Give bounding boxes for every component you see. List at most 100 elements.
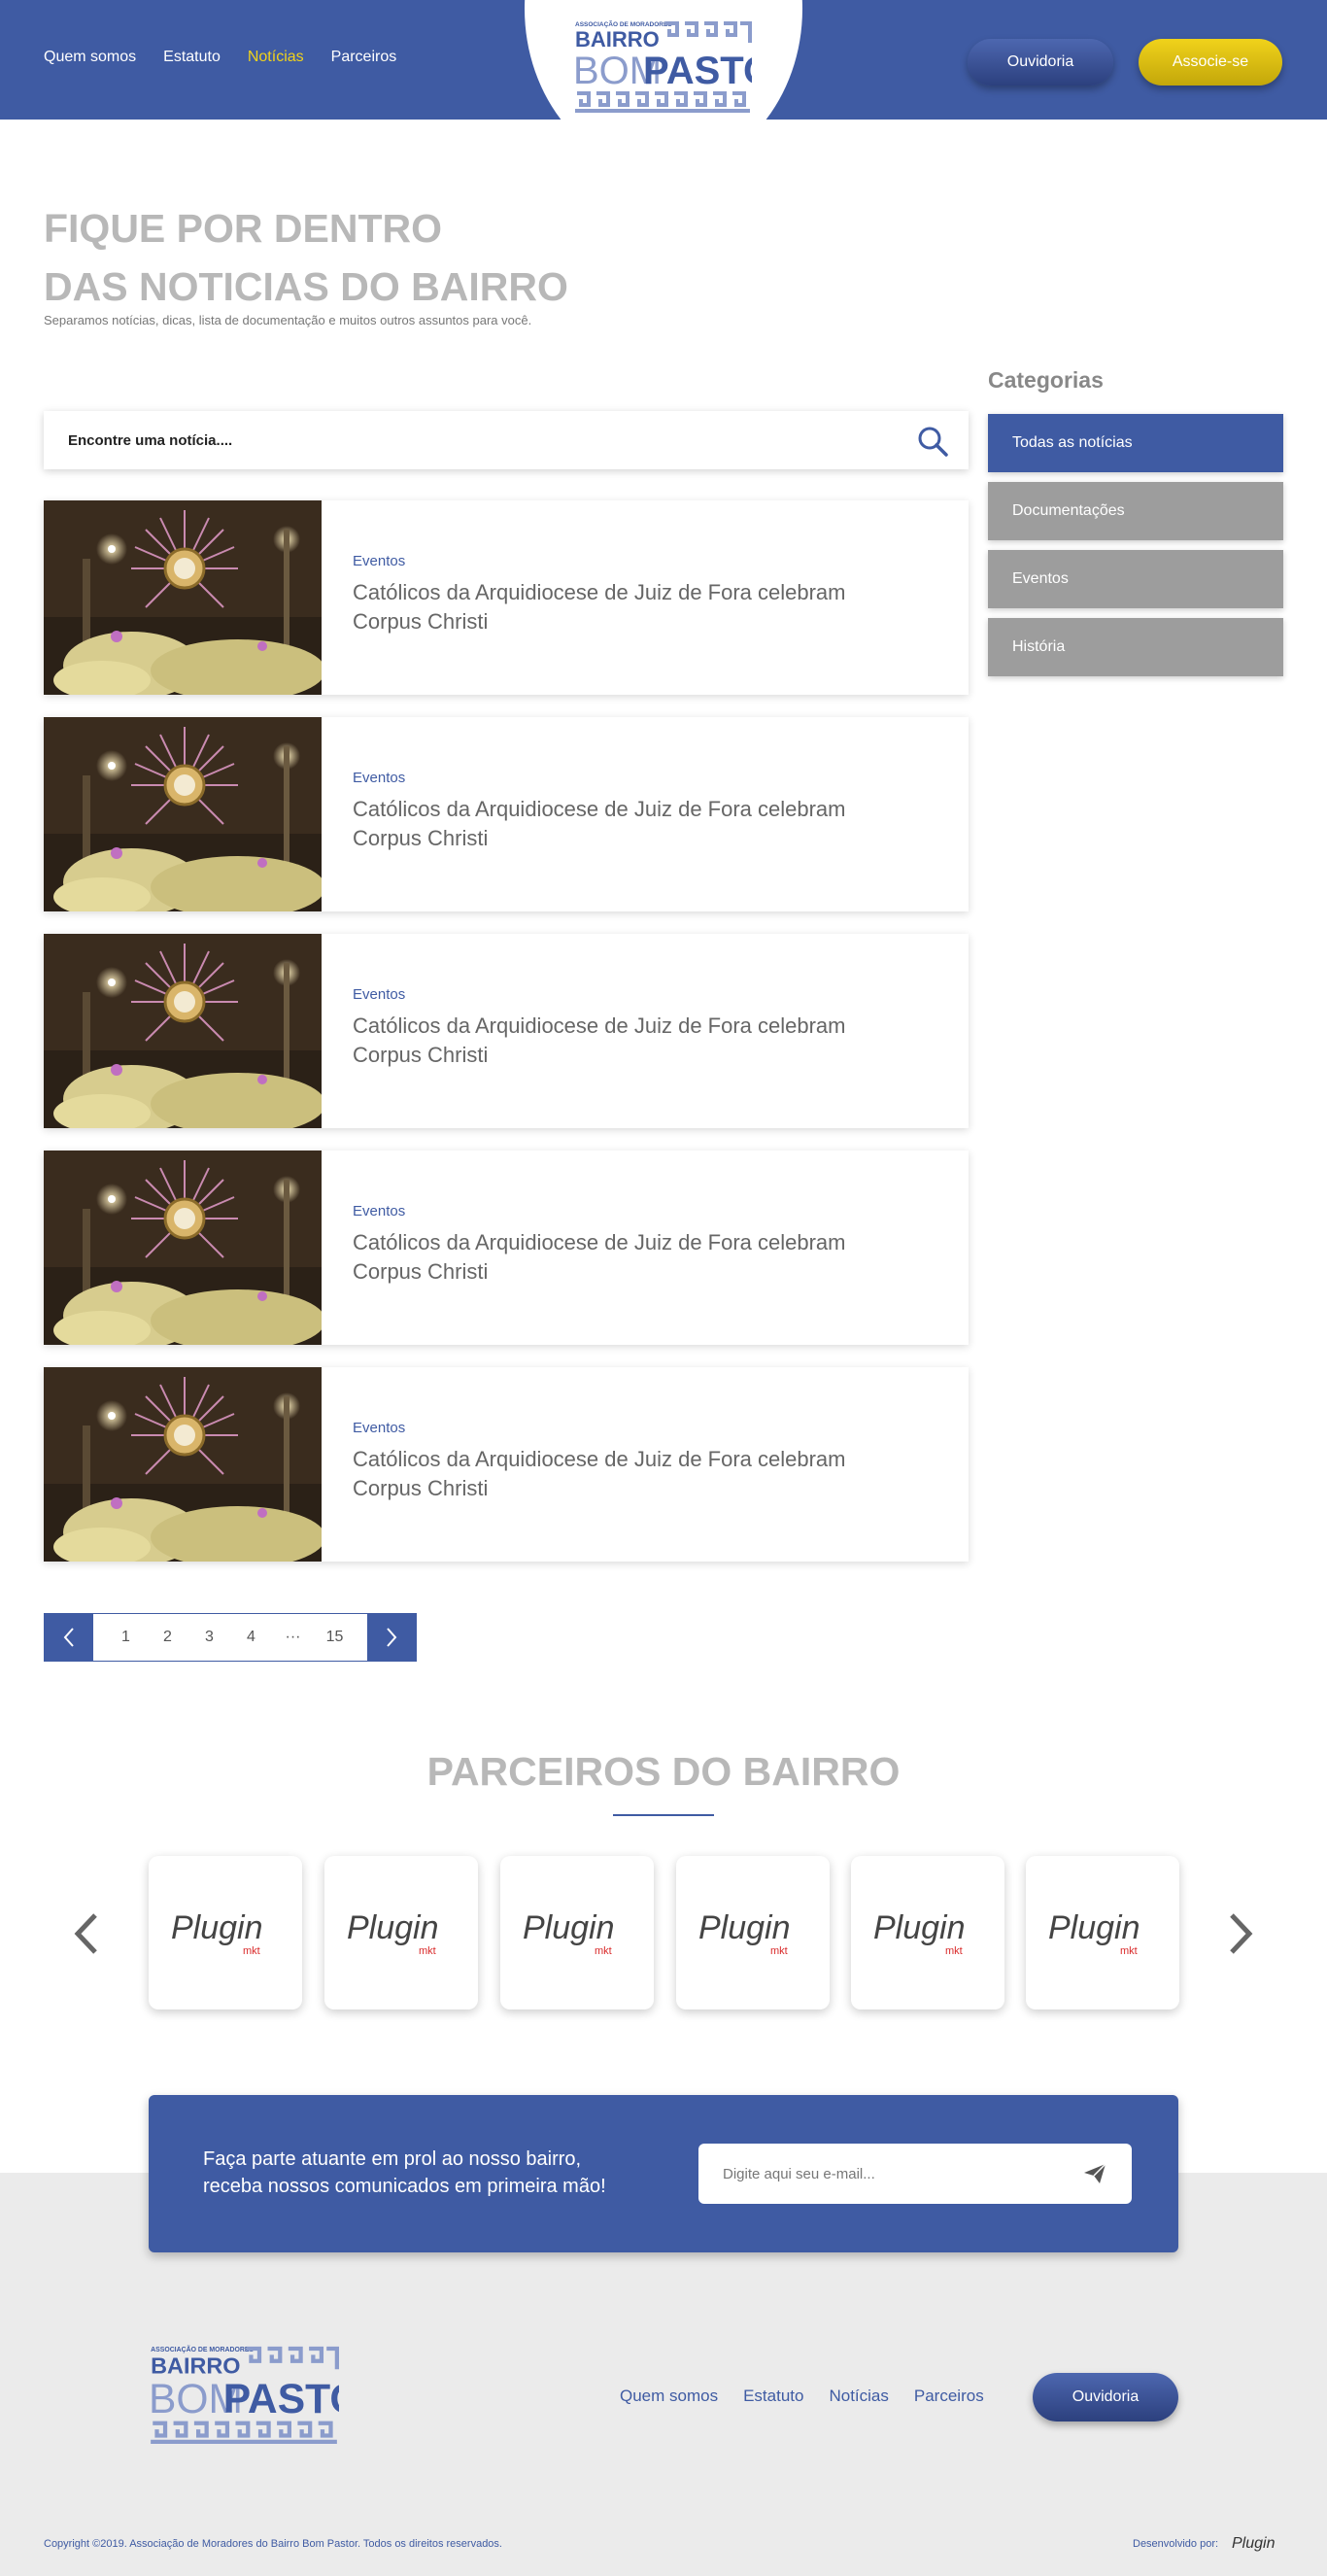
newsletter-box: Faça parte atuante em prol ao nosso bair…	[149, 2095, 1178, 2252]
news-title[interactable]: Católicos da Arquidiocese de Juiz de For…	[353, 1012, 897, 1070]
partner-logo-card[interactable]: Plugin mkt	[676, 1856, 830, 2009]
ouvidoria-button[interactable]: Ouvidoria	[968, 39, 1113, 86]
page-ellipsis: ···	[285, 1629, 301, 1645]
partner-logo-text: Plugin	[523, 1909, 615, 1946]
news-category[interactable]: Eventos	[353, 770, 405, 786]
page-title-line2: DAS NOTICIAS DO BAIRRO	[44, 264, 568, 309]
partners-next-arrow[interactable]	[1220, 1909, 1259, 1958]
footer-nav-estatuto[interactable]: Estatuto	[743, 2387, 803, 2406]
page-link-3[interactable]: 3	[188, 1629, 230, 1646]
news-search-input[interactable]	[68, 411, 845, 469]
news-thumbnail[interactable]	[44, 1151, 322, 1345]
category-documentacoes[interactable]: Documentações	[988, 482, 1283, 540]
category-historia[interactable]: História	[988, 618, 1283, 676]
monstrance-image	[44, 1367, 322, 1562]
partner-logo-sub: mkt	[770, 1945, 788, 1957]
nav-estatuto[interactable]: Estatuto	[163, 49, 221, 66]
monstrance-image	[44, 934, 322, 1128]
newsletter-form	[698, 2144, 1132, 2204]
news-category[interactable]: Eventos	[353, 553, 405, 569]
news-card[interactable]: Eventos Católicos da Arquidiocese de Jui…	[44, 717, 969, 911]
newsletter-text-line1: Faça parte atuante em prol ao nosso bair…	[203, 2148, 582, 2170]
categories-title: Categorias	[988, 367, 1104, 393]
news-thumbnail[interactable]	[44, 717, 322, 911]
page-link-4[interactable]: 4	[230, 1629, 272, 1646]
footer-nav-noticias[interactable]: Notícias	[829, 2387, 888, 2406]
news-card[interactable]: Eventos Católicos da Arquidiocese de Jui…	[44, 1151, 969, 1345]
partner-logo-card[interactable]: Plugin mkt	[851, 1856, 1004, 2009]
search-icon[interactable]	[916, 425, 949, 458]
pagination: 1 2 3 4 ··· 15	[44, 1613, 417, 1662]
news-title[interactable]: Católicos da Arquidiocese de Juiz de For…	[353, 795, 897, 853]
developed-by-label: Desenvolvido por:	[1133, 2538, 1219, 2550]
category-eventos[interactable]: Eventos	[988, 550, 1283, 608]
partner-logo-sub: mkt	[595, 1945, 612, 1957]
partner-logo-card[interactable]: Plugin mkt	[149, 1856, 302, 2009]
developer-logo[interactable]: Plugin	[1230, 2530, 1288, 2554]
news-card[interactable]: Eventos Católicos da Arquidiocese de Jui…	[44, 934, 969, 1128]
associe-se-button[interactable]: Associe-se	[1139, 39, 1282, 86]
news-thumbnail[interactable]	[44, 500, 322, 695]
footer-logo-line2b: PASTOR	[223, 2376, 339, 2422]
nav-quem-somos[interactable]: Quem somos	[44, 49, 136, 66]
news-category[interactable]: Eventos	[353, 986, 405, 1003]
partner-logo-sub: mkt	[419, 1945, 436, 1957]
page-link-1[interactable]: 1	[105, 1629, 147, 1646]
plugin-logo: Plugin mkt	[1048, 1909, 1140, 1957]
footer-nav-parceiros[interactable]: Parceiros	[914, 2387, 984, 2406]
developer-logo-text: Plugin	[1232, 2535, 1276, 2552]
page-link-15[interactable]: 15	[314, 1629, 356, 1646]
news-card[interactable]: Eventos Católicos da Arquidiocese de Jui…	[44, 1367, 969, 1562]
plugin-logo: Plugin mkt	[347, 1909, 439, 1957]
site-logo[interactable]: ASSOCIAÇÃO DE MORADORES BAIRRO BOM PASTO…	[573, 17, 801, 119]
plugin-logo: Plugin mkt	[523, 1909, 615, 1957]
footer-nav: Quem somos Estatuto Notícias Parceiros	[620, 2387, 984, 2406]
partner-logo-card[interactable]: Plugin mkt	[1026, 1856, 1179, 2009]
main-nav: Quem somos Estatuto Notícias Parceiros	[44, 49, 396, 66]
page-link-2[interactable]: 2	[147, 1629, 188, 1646]
news-card[interactable]: Eventos Católicos da Arquidiocese de Jui…	[44, 500, 969, 695]
newsletter-text: Faça parte atuante em prol ao nosso bair…	[203, 2146, 606, 2200]
partner-logo-card[interactable]: Plugin mkt	[324, 1856, 478, 2009]
send-icon[interactable]	[1083, 2163, 1106, 2184]
nav-noticias[interactable]: Notícias	[248, 49, 304, 66]
news-thumbnail[interactable]	[44, 934, 322, 1128]
nav-parceiros[interactable]: Parceiros	[331, 49, 397, 66]
partner-logo-sub: mkt	[243, 1945, 260, 1957]
monstrance-image	[44, 1151, 322, 1345]
plugin-logo: Plugin mkt	[698, 1909, 791, 1957]
partners-prev-arrow[interactable]	[68, 1909, 107, 1958]
footer-logo-graphic: ASSOCIAÇÃO DE MORADORES BAIRRO BOM PASTO…	[149, 2345, 391, 2444]
news-category[interactable]: Eventos	[353, 1420, 405, 1436]
newsletter-email-input[interactable]	[723, 2144, 1053, 2204]
category-all-news[interactable]: Todas as notícias	[988, 414, 1283, 472]
footer-ouvidoria-button[interactable]: Ouvidoria	[1033, 2373, 1178, 2421]
chevron-right-icon	[387, 1628, 397, 1647]
partners-divider	[613, 1814, 714, 1816]
pagination-pages: 1 2 3 4 ··· 15	[93, 1614, 367, 1661]
footer-logo-line1: BAIRRO	[151, 2353, 240, 2379]
news-title[interactable]: Católicos da Arquidiocese de Juiz de For…	[353, 578, 897, 636]
logo-line1: BAIRRO	[575, 27, 660, 52]
footer-nav-quem-somos[interactable]: Quem somos	[620, 2387, 718, 2406]
pagination-prev-button[interactable]	[45, 1614, 93, 1661]
copyright-text: Copyright ©2019. Associação de Moradores…	[44, 2538, 502, 2550]
logo-graphic: ASSOCIAÇÃO DE MORADORES BAIRRO BOM PASTO…	[573, 19, 801, 113]
monstrance-image	[44, 500, 322, 695]
plugin-logo: Plugin mkt	[171, 1909, 263, 1957]
page-title-line1: FIQUE POR DENTRO	[44, 206, 443, 251]
pagination-next-button[interactable]	[367, 1614, 416, 1661]
plugin-logo: Plugin mkt	[873, 1909, 966, 1957]
partner-logo-card[interactable]: Plugin mkt	[500, 1856, 654, 2009]
news-title[interactable]: Católicos da Arquidiocese de Juiz de For…	[353, 1445, 897, 1503]
news-search-box	[44, 411, 969, 469]
monstrance-image	[44, 717, 322, 911]
partner-logo-text: Plugin	[171, 1909, 263, 1946]
news-title[interactable]: Católicos da Arquidiocese de Juiz de For…	[353, 1228, 897, 1287]
partner-logo-text: Plugin	[1048, 1909, 1140, 1946]
logo-line2b: PASTOR	[643, 50, 752, 92]
partner-logo-sub: mkt	[1120, 1945, 1138, 1957]
footer-logo[interactable]: ASSOCIAÇÃO DE MORADORES BAIRRO BOM PASTO…	[149, 2342, 391, 2451]
news-category[interactable]: Eventos	[353, 1203, 405, 1219]
news-thumbnail[interactable]	[44, 1367, 322, 1562]
